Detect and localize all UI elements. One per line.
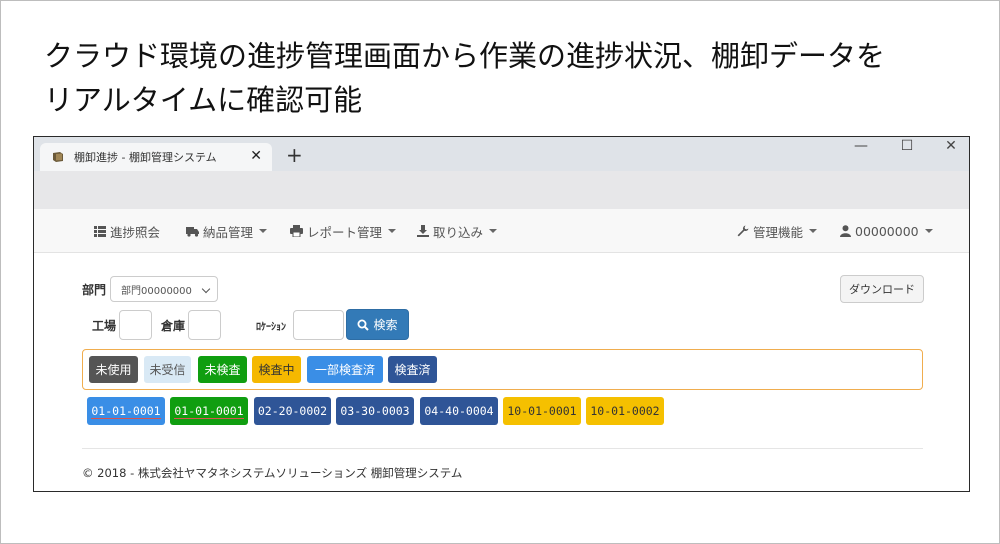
legend-badge: 未使用 bbox=[89, 356, 138, 383]
search-icon bbox=[357, 319, 370, 331]
legend-badge-label: 未検査 bbox=[204, 363, 241, 377]
minimize-icon[interactable]: — bbox=[845, 137, 877, 155]
nav-admin-label: 管理機能 bbox=[753, 224, 804, 240]
legend-badge: 検査済 bbox=[388, 356, 437, 383]
chevron-down-icon bbox=[489, 229, 498, 233]
search-button-label: 検索 bbox=[373, 318, 398, 332]
footer-divider bbox=[82, 448, 923, 449]
page-footer: © 2018 - 株式会社ヤマタネシステムソリューションズ 棚卸管理システム bbox=[82, 466, 463, 480]
search-button[interactable]: 検索 bbox=[346, 309, 409, 340]
location-code: 04-40-0004 bbox=[424, 404, 494, 418]
chevron-down-icon bbox=[388, 229, 397, 233]
location-code: 10-01-0002 bbox=[590, 404, 660, 418]
list-icon bbox=[94, 225, 106, 237]
legend-badge: 未検査 bbox=[198, 356, 247, 383]
location-button[interactable]: 04-40-0004 bbox=[420, 397, 498, 425]
print-icon bbox=[290, 225, 303, 237]
location-button[interactable]: 10-01-0002 bbox=[586, 397, 664, 425]
chevron-down-icon bbox=[809, 229, 818, 233]
user-icon bbox=[840, 225, 851, 237]
warehouse-input[interactable] bbox=[188, 310, 221, 340]
legend-badge-label: 未受信 bbox=[149, 363, 186, 377]
nav-import[interactable]: 取り込み bbox=[417, 209, 498, 253]
main-content: 部門 部門00000000 ダウンロード 工場 倉庫 ﾛｹｰｼｮﾝ 検索 未使用… bbox=[34, 253, 969, 491]
legend-badge: 未受信 bbox=[144, 356, 191, 383]
wrench-icon bbox=[737, 225, 749, 237]
location-button[interactable]: 01-01-0001 bbox=[170, 397, 248, 425]
legend-badge: 検査中 bbox=[252, 356, 301, 383]
nav-user-label: 00000000 bbox=[855, 223, 919, 239]
location-button[interactable]: 10-01-0001 bbox=[503, 397, 581, 425]
factory-label: 工場 bbox=[92, 319, 117, 333]
location-code: 01-01-0001 bbox=[91, 403, 161, 419]
nav-delivery[interactable]: 納品管理 bbox=[186, 209, 268, 253]
browser-window: 棚卸進捗 - 棚卸管理システム ✕ + — ☐ ✕ 進捗照会 納品管理 レポート… bbox=[33, 136, 970, 492]
nav-delivery-label: 納品管理 bbox=[203, 224, 254, 240]
tab-title: 棚卸進捗 - 棚卸管理システム bbox=[74, 151, 217, 164]
nav-import-label: 取り込み bbox=[433, 224, 484, 240]
slide-headline: クラウド環境の進捗管理画面から作業の進捗状況、棚卸データを リアルタイムに確認可… bbox=[44, 34, 885, 122]
nav-progress-label: 進捗照会 bbox=[110, 224, 161, 240]
headline-line-1: クラウド環境の進捗管理画面から作業の進捗状況、棚卸データを bbox=[44, 39, 886, 73]
location-code: 01-01-0001 bbox=[174, 403, 244, 419]
location-code: 03-30-0003 bbox=[340, 404, 410, 418]
nav-admin[interactable]: 管理機能 bbox=[737, 209, 818, 253]
legend-badge-label: 一部検査済 bbox=[314, 363, 375, 377]
chevron-down-icon bbox=[201, 284, 211, 294]
import-icon bbox=[417, 225, 429, 237]
browser-chrome: 棚卸進捗 - 棚卸管理システム ✕ + — ☐ ✕ bbox=[34, 137, 969, 209]
dept-select[interactable]: 部門00000000 bbox=[110, 276, 218, 302]
warehouse-label: 倉庫 bbox=[161, 319, 186, 333]
headline-line-2: リアルタイムに確認可能 bbox=[44, 83, 363, 117]
location-input[interactable] bbox=[293, 310, 344, 340]
dept-label: 部門 bbox=[82, 283, 107, 297]
legend-badge: 一部検査済 bbox=[307, 356, 383, 383]
status-legend: 未使用 未受信 未検査 検査中 一部検査済 検査済 bbox=[82, 349, 923, 390]
dept-select-value: 部門00000000 bbox=[121, 285, 192, 297]
nav-report[interactable]: レポート管理 bbox=[290, 209, 397, 253]
legend-badge-label: 検査済 bbox=[394, 363, 431, 377]
legend-badge-label: 検査中 bbox=[258, 363, 295, 377]
factory-input[interactable] bbox=[119, 310, 152, 340]
location-button[interactable]: 01-01-0001 bbox=[87, 397, 165, 425]
nav-user[interactable]: 00000000 bbox=[840, 209, 933, 253]
app-navbar: 進捗照会 納品管理 レポート管理 取り込み 管理機能 00000000 bbox=[34, 209, 969, 253]
nav-report-label: レポート管理 bbox=[307, 224, 383, 240]
location-label: ﾛｹｰｼｮﾝ bbox=[256, 322, 286, 333]
download-button[interactable]: ダウンロード bbox=[840, 275, 924, 303]
window-close-icon[interactable]: ✕ bbox=[935, 137, 967, 155]
location-code: 10-01-0001 bbox=[507, 404, 577, 418]
tab-close-icon[interactable]: ✕ bbox=[250, 148, 262, 164]
address-bar-area bbox=[34, 171, 969, 209]
location-button[interactable]: 03-30-0003 bbox=[336, 397, 414, 425]
truck-icon bbox=[186, 226, 199, 237]
new-tab-icon[interactable]: + bbox=[286, 143, 303, 167]
maximize-icon[interactable]: ☐ bbox=[891, 137, 923, 155]
browser-tab[interactable]: 棚卸進捗 - 棚卸管理システム ✕ bbox=[40, 143, 272, 171]
location-button[interactable]: 02-20-0002 bbox=[254, 397, 331, 425]
chevron-down-icon bbox=[259, 229, 268, 233]
chevron-down-icon bbox=[924, 229, 933, 233]
site-favicon-icon bbox=[53, 152, 63, 162]
nav-progress[interactable]: 進捗照会 bbox=[94, 209, 160, 253]
legend-badge-label: 未使用 bbox=[95, 363, 132, 377]
location-code: 02-20-0002 bbox=[257, 404, 328, 418]
